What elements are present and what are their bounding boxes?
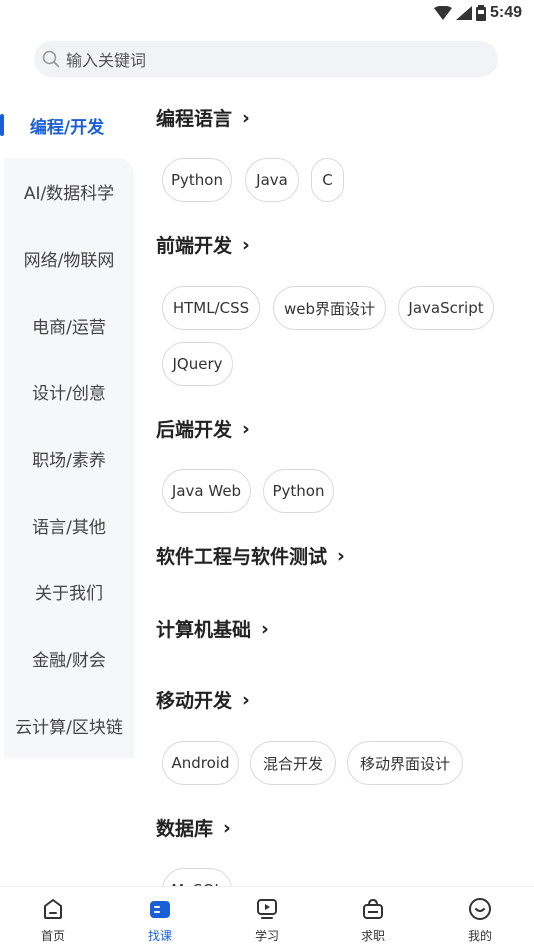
- sidebar-item-label: 云计算/区块链: [15, 717, 123, 738]
- nav-job[interactable]: 求职: [343, 897, 403, 944]
- tag-chip[interactable]: C: [311, 158, 344, 202]
- sidebar-item-finance[interactable]: 金融/财会: [4, 625, 134, 691]
- section-title: 移动开发: [156, 690, 233, 712]
- sidebar-item-label: 语言/其他: [32, 517, 106, 538]
- section-title-languages[interactable]: 编程语言 ›: [156, 104, 250, 131]
- tag-chip[interactable]: Python: [162, 158, 232, 202]
- home-icon: [44, 899, 62, 919]
- chevron-right-icon: ›: [223, 816, 231, 839]
- sidebar-item-label: 职场/素养: [32, 450, 106, 471]
- chevron-right-icon: ›: [242, 417, 250, 440]
- profile-icon: [469, 898, 491, 920]
- sidebar-item-about[interactable]: 关于我们: [4, 558, 134, 624]
- search-icon: [42, 50, 60, 68]
- search-placeholder: 输入关键词: [66, 51, 147, 70]
- sidebar-item-design[interactable]: 设计/创意: [4, 358, 134, 424]
- signal-icon: [455, 6, 472, 20]
- category-sidebar: 编程/开发 AI/数据科学 网络/物联网 电商/运营 设计/创意 职场/素养 语…: [0, 92, 134, 886]
- section-title-database[interactable]: 数据库 ›: [156, 814, 231, 841]
- sidebar-item-programming[interactable]: 编程/开发: [0, 92, 134, 158]
- section-title: 后端开发: [156, 419, 233, 441]
- sidebar-item-label: AI/数据科学: [23, 183, 115, 204]
- section-title: 前端开发: [156, 235, 233, 257]
- find-course-icon: [150, 901, 170, 918]
- status-bar: 5:49: [0, 0, 534, 30]
- bottom-navigation: 首页 找课 学习 求职 我的: [0, 886, 534, 950]
- search-input[interactable]: 输入关键词: [34, 41, 498, 77]
- sidebar-item-cloud[interactable]: 云计算/区块链: [4, 692, 134, 758]
- section-title: 编程语言: [156, 108, 233, 130]
- chevron-right-icon: ›: [242, 233, 250, 256]
- tag-chip[interactable]: Android: [162, 741, 239, 785]
- chevron-right-icon: ›: [242, 688, 250, 711]
- sidebar-item-ecommerce[interactable]: 电商/运营: [4, 292, 134, 358]
- sidebar-item-label: 金融/财会: [32, 650, 106, 671]
- chevron-right-icon: ›: [261, 617, 269, 640]
- sidebar-item-label: 编程/开发: [29, 117, 105, 138]
- sidebar-item-label: 设计/创意: [32, 383, 106, 404]
- tag-chip[interactable]: JavaScript: [398, 286, 494, 330]
- section-title-backend[interactable]: 后端开发 ›: [156, 415, 250, 442]
- tag-chip[interactable]: Java Web: [162, 469, 251, 513]
- nav-study[interactable]: 学习: [237, 897, 297, 944]
- category-content: 编程语言 › Python Java C 前端开发 › HTML/CSS web…: [134, 92, 534, 886]
- section-title-mobile[interactable]: 移动开发 ›: [156, 686, 250, 713]
- section-title-software-engineering[interactable]: 软件工程与软件测试 ›: [156, 542, 345, 569]
- tag-chip[interactable]: MySQL: [162, 868, 232, 886]
- chevron-right-icon: ›: [337, 544, 345, 567]
- sidebar-item-language[interactable]: 语言/其他: [4, 492, 134, 558]
- tag-chip[interactable]: 混合开发: [250, 741, 336, 785]
- sidebar-item-label: 电商/运营: [32, 317, 106, 338]
- section-title: 软件工程与软件测试: [156, 546, 328, 568]
- sidebar-item-ai[interactable]: AI/数据科学: [4, 158, 134, 224]
- battery-icon: [475, 5, 486, 21]
- section-title: 计算机基础: [156, 619, 252, 641]
- tag-chip[interactable]: HTML/CSS: [162, 286, 260, 330]
- chevron-right-icon: ›: [242, 106, 250, 129]
- nav-profile[interactable]: 我的: [450, 897, 510, 944]
- sidebar-item-network[interactable]: 网络/物联网: [4, 225, 134, 291]
- tag-chip[interactable]: web界面设计: [273, 286, 386, 330]
- active-indicator: [0, 114, 4, 136]
- tag-chip[interactable]: Java: [245, 158, 299, 202]
- nav-label: 找课: [147, 929, 172, 943]
- tag-chip[interactable]: 移动界面设计: [347, 741, 463, 785]
- status-time: 5:49: [489, 4, 522, 21]
- sidebar-item-career[interactable]: 职场/素养: [4, 425, 134, 491]
- status-icons: 5:49: [433, 4, 522, 22]
- sidebar-item-label: 网络/物联网: [23, 250, 115, 271]
- tag-chip[interactable]: Python: [263, 469, 334, 513]
- sidebar-item-label: 关于我们: [35, 583, 103, 604]
- nav-label: 求职: [360, 929, 385, 943]
- tag-chip[interactable]: JQuery: [162, 342, 233, 386]
- section-title: 数据库: [156, 818, 214, 840]
- nav-home[interactable]: 首页: [23, 897, 83, 944]
- section-title-frontend[interactable]: 前端开发 ›: [156, 231, 250, 258]
- study-icon: [257, 899, 277, 919]
- section-title-computer-basics[interactable]: 计算机基础 ›: [156, 615, 269, 642]
- nav-label: 我的: [467, 929, 492, 943]
- nav-label: 首页: [40, 929, 65, 943]
- wifi-icon: [433, 6, 452, 20]
- job-icon: [363, 898, 383, 919]
- nav-label: 学习: [254, 929, 279, 943]
- nav-find-course[interactable]: 找课: [130, 897, 190, 944]
